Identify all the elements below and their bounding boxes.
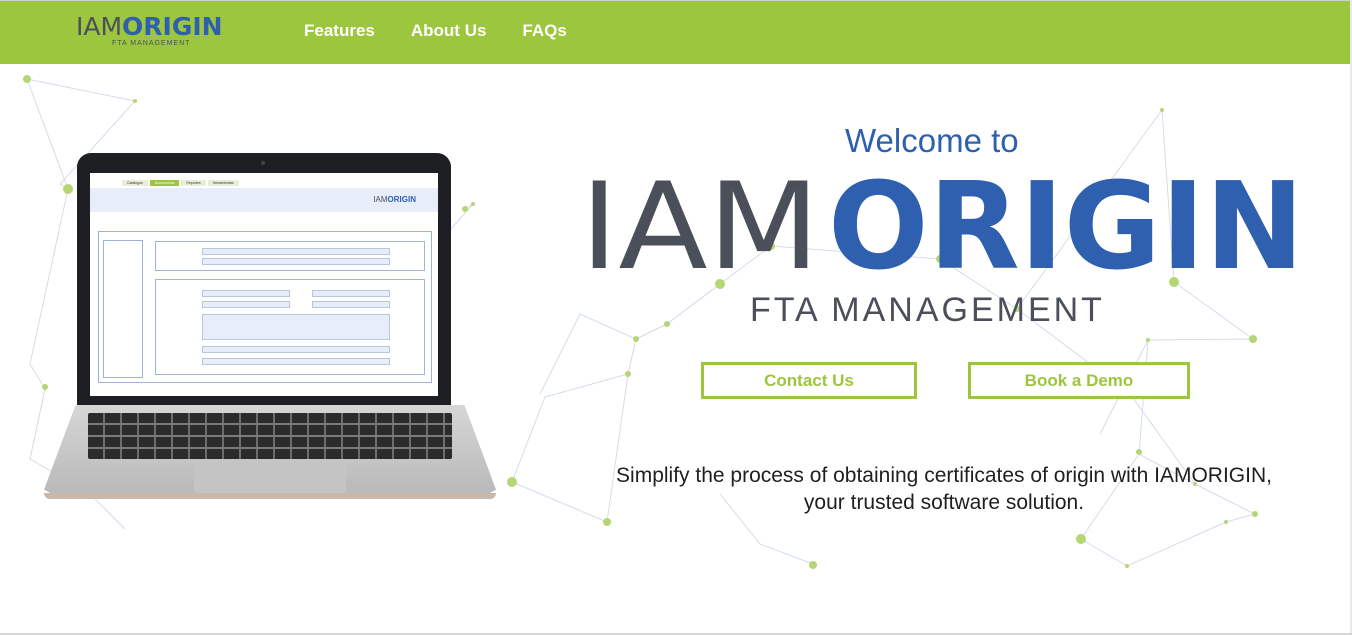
hero-logo-origin-text: ORIGIN xyxy=(828,160,1304,290)
screen-tab: Herramientas xyxy=(207,180,239,186)
nav-faqs-link[interactable]: FAQs xyxy=(522,21,566,41)
screen-left-menu xyxy=(103,240,143,378)
laptop-keyboard xyxy=(88,413,452,459)
laptop-base xyxy=(44,405,496,497)
laptop-screen: Catálogos Documentos Reportes Herramient… xyxy=(90,173,438,396)
screen-field xyxy=(202,346,390,353)
screen-field xyxy=(202,301,290,308)
iamorigin-hero-logo: IAM ORIGIN xyxy=(580,160,1304,290)
screen-tab: Reportes xyxy=(181,180,206,186)
screen-form-box xyxy=(155,241,425,271)
logo-iam-text: IAM xyxy=(76,12,123,41)
book-demo-button[interactable]: Book a Demo xyxy=(968,362,1190,399)
logo-subtitle: FTA MANAGEMENT xyxy=(112,40,191,47)
laptop-lid: Catálogos Documentos Reportes Herramient… xyxy=(77,153,451,407)
main-nav: Features About Us FAQs xyxy=(304,21,567,41)
screen-field xyxy=(202,290,290,297)
screen-form-panel xyxy=(98,231,432,383)
screen-logo-origin: ORIGIN xyxy=(387,195,416,204)
nav-about-us-link[interactable]: About Us xyxy=(411,21,487,41)
screen-logo-iam: IAM xyxy=(373,195,388,204)
hero-tagline: Simplify the process of obtaining certif… xyxy=(616,464,1272,514)
screen-tab: Catálogos xyxy=(122,180,148,186)
screen-field xyxy=(202,358,390,365)
brand-logo-text: IAMORIGIN xyxy=(76,13,226,41)
laptop-camera xyxy=(261,161,265,165)
screen-logo: IAMORIGIN xyxy=(373,195,416,204)
laptop-image: Catálogos Documentos Reportes Herramient… xyxy=(44,153,496,501)
fta-management-subtitle: FTA MANAGEMENT xyxy=(750,291,1105,329)
screen-field xyxy=(202,258,390,265)
screen-tab: Documentos xyxy=(149,180,180,186)
brand-logo[interactable]: IAMORIGIN FTA MANAGEMENT xyxy=(76,13,226,53)
screen-form-box xyxy=(155,279,425,375)
screen-field xyxy=(202,314,390,340)
top-navbar: IAMORIGIN FTA MANAGEMENT Features About … xyxy=(0,0,1350,64)
laptop-trackpad xyxy=(194,465,346,493)
nav-features-link[interactable]: Features xyxy=(304,21,375,41)
hero-logo-iam-text: IAM xyxy=(580,160,820,290)
screen-header: IAMORIGIN xyxy=(90,188,438,212)
contact-us-button[interactable]: Contact Us xyxy=(701,362,917,399)
screen-tabs: Catálogos Documentos Reportes Herramient… xyxy=(122,180,239,186)
welcome-heading: Welcome to xyxy=(845,122,1019,159)
screen-field xyxy=(202,248,390,255)
screen-field xyxy=(312,290,390,297)
laptop-base-edge xyxy=(44,493,496,499)
logo-origin-text: ORIGIN xyxy=(122,12,223,41)
screen-field xyxy=(312,301,390,308)
